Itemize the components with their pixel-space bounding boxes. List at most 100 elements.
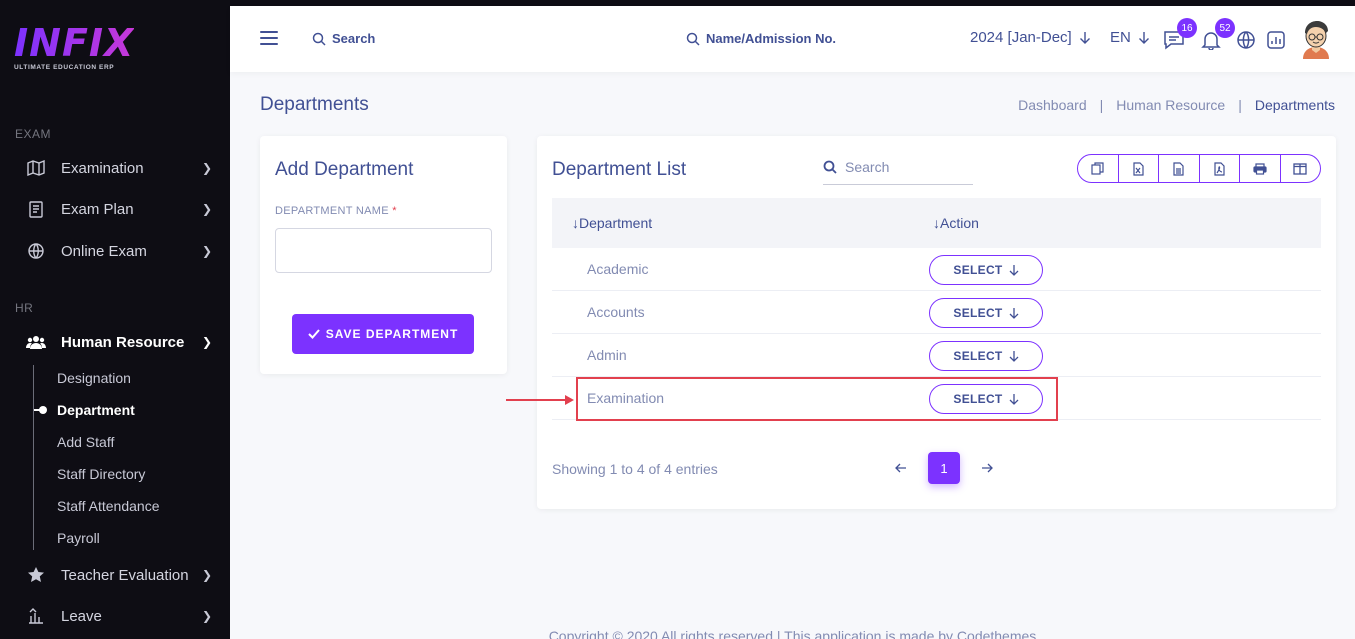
sidebar-item-label: Online Exam — [61, 242, 147, 260]
sidebar-item-label: Examination — [61, 159, 144, 177]
columns-button[interactable] — [1281, 155, 1321, 182]
arrow-down-icon — [1138, 32, 1149, 44]
session-selector[interactable]: 2024 [Jan-Dec] — [970, 29, 1091, 46]
messages-button[interactable]: 16 — [1163, 18, 1197, 50]
sidebar-item-human-resource[interactable]: Human Resource ❯ — [0, 324, 230, 360]
export-buttons — [1077, 154, 1321, 183]
sidebar-item-teacher-evaluation[interactable]: Teacher Evaluation ❯ — [0, 557, 230, 593]
session-value: 2024 [Jan-Dec] — [970, 29, 1072, 46]
globe-icon — [25, 241, 47, 261]
sidebar-subitem-payroll[interactable]: Payroll — [57, 530, 100, 546]
department-name-input[interactable] — [275, 228, 492, 273]
language-selector[interactable]: EN — [1110, 29, 1150, 46]
excel-button[interactable] — [1119, 155, 1159, 182]
department-name-label: DEPARTMENT NAME * — [275, 205, 397, 217]
sidebar-item-label: Human Resource — [61, 333, 185, 351]
sidebar-subitem-department[interactable]: Department — [57, 402, 135, 418]
next-page-button[interactable] — [972, 452, 1002, 484]
sidebar-item-label: Teacher Evaluation — [61, 566, 189, 584]
print-icon — [1253, 162, 1267, 175]
chevron-down-icon: ❯ — [201, 335, 212, 349]
breadcrumb: Dashboard | Human Resource | Departments — [1018, 97, 1335, 113]
globe-icon — [1237, 31, 1255, 49]
copy-button[interactable] — [1078, 155, 1119, 182]
department-name: Accounts — [587, 304, 645, 320]
department-name: Academic — [587, 261, 649, 277]
department-name: Admin — [587, 347, 627, 363]
save-department-button[interactable]: SAVE DEPARTMENT — [292, 314, 474, 354]
submenu-line — [33, 365, 34, 550]
search-icon — [686, 32, 700, 46]
chevron-right-icon: ❯ — [201, 609, 212, 623]
breadcrumb-dashboard[interactable]: Dashboard — [1018, 97, 1087, 113]
breadcrumb-separator: | — [1099, 97, 1104, 113]
column-header-action[interactable]: ↓Action — [933, 215, 979, 231]
messages-badge: 16 — [1177, 18, 1197, 38]
student-search[interactable]: Name/Admission No. — [686, 31, 836, 46]
select-button[interactable]: SELECT — [929, 255, 1043, 285]
footer-text: Copyright © 2020 All rights reserved | T… — [548, 628, 1037, 639]
brand-logo[interactable]: INFIX ULTIMATE EDUCATION ERP — [14, 24, 134, 71]
select-button[interactable]: SELECT — [929, 298, 1043, 328]
users-icon — [25, 332, 47, 352]
csv-button[interactable] — [1159, 155, 1200, 182]
breadcrumb-human-resource[interactable]: Human Resource — [1116, 97, 1225, 113]
entries-info: Showing 1 to 4 of 4 entries — [552, 461, 718, 477]
chevron-right-icon: ❯ — [201, 161, 212, 175]
save-department-label: SAVE DEPARTMENT — [325, 327, 459, 341]
annotation-arrow-line — [506, 399, 568, 401]
menu-toggle-icon[interactable] — [260, 31, 278, 45]
arrow-down-icon — [1009, 351, 1019, 362]
list-search-placeholder: Search — [845, 159, 890, 175]
top-bar: Search Name/Admission No. 2024 [Jan-Dec]… — [230, 6, 1355, 72]
sidebar-item-label: Exam Plan — [61, 200, 134, 218]
sidebar-subitem-designation[interactable]: Designation — [57, 370, 131, 386]
select-button[interactable]: SELECT — [929, 341, 1043, 371]
sidebar-item-examination[interactable]: Examination ❯ — [0, 150, 230, 186]
brand-tagline: ULTIMATE EDUCATION ERP — [14, 64, 115, 71]
sidebar-item-online-exam[interactable]: Online Exam ❯ — [0, 233, 230, 269]
check-icon — [308, 329, 320, 339]
page-button-current[interactable]: 1 — [928, 452, 960, 484]
sidebar-subitem-staff-attendance[interactable]: Staff Attendance — [57, 498, 160, 514]
section-label-hr: HR — [15, 301, 34, 315]
sidebar-subitem-staff-directory[interactable]: Staff Directory — [57, 466, 145, 482]
arrow-left-icon — [895, 463, 906, 473]
excel-icon — [1133, 161, 1144, 176]
sidebar-item-leave[interactable]: Leave ❯ — [0, 598, 230, 634]
website-button[interactable] — [1236, 30, 1258, 50]
arrow-right-icon — [982, 463, 993, 473]
add-department-title: Add Department — [275, 159, 414, 180]
user-avatar[interactable] — [1300, 19, 1332, 59]
search-icon — [312, 32, 326, 46]
search-icon — [823, 160, 837, 174]
print-button[interactable] — [1240, 155, 1281, 182]
sort-arrow-icon: ↓ — [572, 215, 579, 231]
previous-page-button[interactable] — [886, 452, 916, 484]
section-label-exam: EXAM — [15, 127, 52, 141]
leave-icon — [25, 606, 47, 626]
table-row: Accounts SELECT — [552, 291, 1321, 334]
sort-arrow-icon: ↓ — [933, 215, 940, 231]
select-label: SELECT — [953, 263, 1003, 277]
add-department-card: Add Department DEPARTMENT NAME * SAVE DE… — [260, 136, 507, 374]
global-search[interactable]: Search — [312, 31, 375, 46]
page-title: Departments — [260, 94, 369, 115]
csv-icon — [1173, 161, 1184, 176]
arrow-down-icon — [1009, 308, 1019, 319]
breadcrumb-departments: Departments — [1254, 97, 1335, 113]
chevron-right-icon: ❯ — [201, 202, 212, 216]
sidebar-item-exam-plan[interactable]: Exam Plan ❯ — [0, 191, 230, 227]
department-list-title: Department List — [552, 159, 687, 180]
column-header-department[interactable]: ↓Department — [572, 215, 652, 231]
select-label: SELECT — [953, 349, 1003, 363]
sidebar-subitem-add-staff[interactable]: Add Staff — [57, 434, 114, 450]
notifications-button[interactable]: 52 — [1201, 18, 1235, 51]
list-search-input[interactable]: Search — [823, 150, 973, 185]
reports-button[interactable] — [1266, 30, 1288, 50]
global-search-label: Search — [332, 31, 376, 46]
annotation-arrow-head — [565, 395, 574, 405]
table-row: Admin SELECT — [552, 334, 1321, 377]
pdf-button[interactable] — [1200, 155, 1240, 182]
notifications-badge: 52 — [1215, 18, 1235, 38]
